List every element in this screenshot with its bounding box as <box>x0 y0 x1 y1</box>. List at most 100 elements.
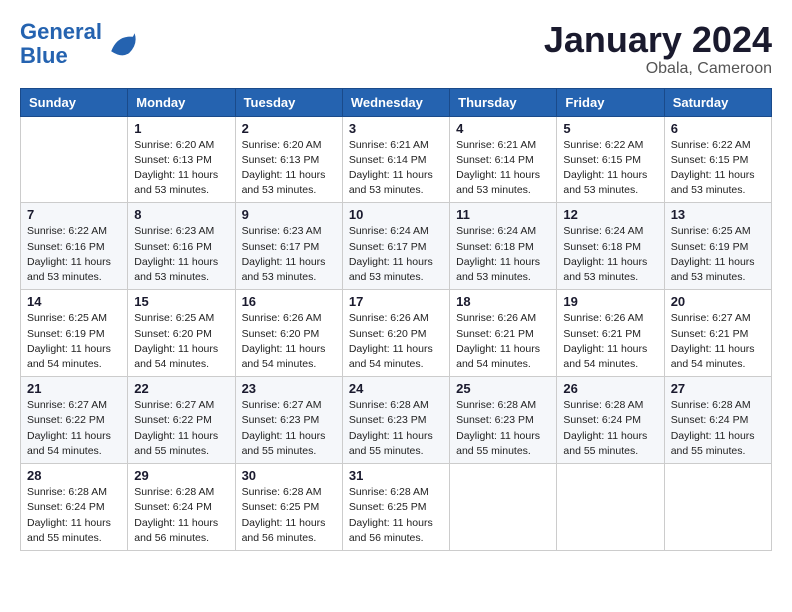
day-info: Sunrise: 6:26 AM Sunset: 6:21 PM Dayligh… <box>563 311 657 372</box>
calendar-cell: 22Sunrise: 6:27 AM Sunset: 6:22 PM Dayli… <box>128 377 235 464</box>
calendar-cell: 2 Sunrise: 6:20 AM Sunset: 6:13 PM Daylig… <box>235 116 342 203</box>
day-info: Sunrise: 6:20 AM Sunset: 6:13 PM Dayligh… <box>242 138 336 199</box>
day-info: Sunrise: 6:28 AM Sunset: 6:24 PM Dayligh… <box>671 398 765 459</box>
day-number: 30 <box>242 468 336 483</box>
calendar-cell: 23Sunrise: 6:27 AM Sunset: 6:23 PM Dayli… <box>235 377 342 464</box>
day-info: Sunrise: 6:24 AM Sunset: 6:17 PM Dayligh… <box>349 224 443 285</box>
day-number: 5 <box>563 121 657 136</box>
day-info: Sunrise: 6:24 AM Sunset: 6:18 PM Dayligh… <box>456 224 550 285</box>
calendar-cell: 13Sunrise: 6:25 AM Sunset: 6:19 PM Dayli… <box>664 203 771 290</box>
day-info: Sunrise: 6:26 AM Sunset: 6:21 PM Dayligh… <box>456 311 550 372</box>
calendar-cell: 3Sunrise: 6:21 AM Sunset: 6:14 PM Daylig… <box>342 116 449 203</box>
calendar-cell <box>450 464 557 551</box>
calendar-cell: 4 Sunrise: 6:21 AM Sunset: 6:14 PM Daylig… <box>450 116 557 203</box>
weekday-header-monday: Monday <box>128 88 235 116</box>
day-number: 25 <box>456 381 550 396</box>
logo: General Blue <box>20 20 140 68</box>
day-number: 23 <box>242 381 336 396</box>
day-info: Sunrise: 6:28 AM Sunset: 6:23 PM Dayligh… <box>456 398 550 459</box>
weekday-header-tuesday: Tuesday <box>235 88 342 116</box>
calendar-table: SundayMondayTuesdayWednesdayThursdayFrid… <box>20 88 772 551</box>
calendar-cell: 9Sunrise: 6:23 AM Sunset: 6:17 PM Daylig… <box>235 203 342 290</box>
day-number: 12 <box>563 207 657 222</box>
calendar-cell: 11 Sunrise: 6:24 AM Sunset: 6:18 PM Dayli… <box>450 203 557 290</box>
day-number: 26 <box>563 381 657 396</box>
day-number: 29 <box>134 468 228 483</box>
day-info: Sunrise: 6:27 AM Sunset: 6:22 PM Dayligh… <box>134 398 228 459</box>
day-info: Sunrise: 6:28 AM Sunset: 6:25 PM Dayligh… <box>349 485 443 546</box>
calendar-cell: 26 Sunrise: 6:28 AM Sunset: 6:24 PM Dayli… <box>557 377 664 464</box>
day-number: 24 <box>349 381 443 396</box>
calendar-cell <box>21 116 128 203</box>
calendar-cell <box>664 464 771 551</box>
day-info: Sunrise: 6:28 AM Sunset: 6:24 PM Dayligh… <box>563 398 657 459</box>
calendar-cell: 6 Sunrise: 6:22 AM Sunset: 6:15 PM Daylig… <box>664 116 771 203</box>
logo-text: General <box>20 20 102 44</box>
day-info: Sunrise: 6:28 AM Sunset: 6:24 PM Dayligh… <box>134 485 228 546</box>
day-number: 20 <box>671 294 765 309</box>
day-number: 21 <box>27 381 121 396</box>
week-row-5: 28 Sunrise: 6:28 AM Sunset: 6:24 PM Dayli… <box>21 464 772 551</box>
day-info: Sunrise: 6:28 AM Sunset: 6:23 PM Dayligh… <box>349 398 443 459</box>
day-info: Sunrise: 6:25 AM Sunset: 6:20 PM Dayligh… <box>134 311 228 372</box>
location: Obala, Cameroon <box>544 60 772 78</box>
day-info: Sunrise: 6:22 AM Sunset: 6:15 PM Dayligh… <box>563 138 657 199</box>
calendar-cell: 7Sunrise: 6:22 AM Sunset: 6:16 PM Daylig… <box>21 203 128 290</box>
calendar-cell: 21 Sunrise: 6:27 AM Sunset: 6:22 PM Dayli… <box>21 377 128 464</box>
calendar-cell: 30 Sunrise: 6:28 AM Sunset: 6:25 PM Dayli… <box>235 464 342 551</box>
day-number: 11 <box>456 207 550 222</box>
week-row-3: 14Sunrise: 6:25 AM Sunset: 6:19 PM Dayli… <box>21 290 772 377</box>
day-number: 6 <box>671 121 765 136</box>
day-number: 31 <box>349 468 443 483</box>
logo-text2: Blue <box>20 44 102 68</box>
page-header: General Blue January 2024 Obala, Cameroo… <box>20 20 772 78</box>
month-title: January 2024 <box>544 20 772 60</box>
calendar-cell: 25 Sunrise: 6:28 AM Sunset: 6:23 PM Dayli… <box>450 377 557 464</box>
day-info: Sunrise: 6:22 AM Sunset: 6:15 PM Dayligh… <box>671 138 765 199</box>
day-info: Sunrise: 6:23 AM Sunset: 6:16 PM Dayligh… <box>134 224 228 285</box>
calendar-cell: 15 Sunrise: 6:25 AM Sunset: 6:20 PM Dayli… <box>128 290 235 377</box>
day-number: 18 <box>456 294 550 309</box>
day-number: 13 <box>671 207 765 222</box>
weekday-header-saturday: Saturday <box>664 88 771 116</box>
day-number: 8 <box>134 207 228 222</box>
calendar-cell: 10 Sunrise: 6:24 AM Sunset: 6:17 PM Dayli… <box>342 203 449 290</box>
day-number: 27 <box>671 381 765 396</box>
day-info: Sunrise: 6:26 AM Sunset: 6:20 PM Dayligh… <box>242 311 336 372</box>
day-number: 28 <box>27 468 121 483</box>
day-info: Sunrise: 6:27 AM Sunset: 6:22 PM Dayligh… <box>27 398 121 459</box>
day-number: 16 <box>242 294 336 309</box>
day-number: 10 <box>349 207 443 222</box>
weekday-header-friday: Friday <box>557 88 664 116</box>
day-number: 9 <box>242 207 336 222</box>
week-row-1: 1 Sunrise: 6:20 AM Sunset: 6:13 PM Daylig… <box>21 116 772 203</box>
day-info: Sunrise: 6:21 AM Sunset: 6:14 PM Dayligh… <box>349 138 443 199</box>
day-info: Sunrise: 6:24 AM Sunset: 6:18 PM Dayligh… <box>563 224 657 285</box>
day-number: 15 <box>134 294 228 309</box>
calendar-cell: 20 Sunrise: 6:27 AM Sunset: 6:21 PM Dayli… <box>664 290 771 377</box>
calendar-cell: 12 Sunrise: 6:24 AM Sunset: 6:18 PM Dayli… <box>557 203 664 290</box>
day-number: 19 <box>563 294 657 309</box>
calendar-cell: 28Sunrise: 6:28 AM Sunset: 6:24 PM Dayli… <box>21 464 128 551</box>
title-block: January 2024 Obala, Cameroon <box>544 20 772 78</box>
calendar-cell: 27 Sunrise: 6:28 AM Sunset: 6:24 PM Dayli… <box>664 377 771 464</box>
day-number: 1 <box>134 121 228 136</box>
calendar-cell: 14Sunrise: 6:25 AM Sunset: 6:19 PM Dayli… <box>21 290 128 377</box>
calendar-cell: 8 Sunrise: 6:23 AM Sunset: 6:16 PM Daylig… <box>128 203 235 290</box>
calendar-cell: 31 Sunrise: 6:28 AM Sunset: 6:25 PM Dayli… <box>342 464 449 551</box>
day-number: 17 <box>349 294 443 309</box>
day-info: Sunrise: 6:25 AM Sunset: 6:19 PM Dayligh… <box>27 311 121 372</box>
day-number: 2 <box>242 121 336 136</box>
day-info: Sunrise: 6:27 AM Sunset: 6:21 PM Dayligh… <box>671 311 765 372</box>
calendar-cell: 17Sunrise: 6:26 AM Sunset: 6:20 PM Dayli… <box>342 290 449 377</box>
day-info: Sunrise: 6:20 AM Sunset: 6:13 PM Dayligh… <box>134 138 228 199</box>
weekday-header-thursday: Thursday <box>450 88 557 116</box>
calendar-cell: 16 Sunrise: 6:26 AM Sunset: 6:20 PM Dayli… <box>235 290 342 377</box>
day-number: 4 <box>456 121 550 136</box>
day-info: Sunrise: 6:21 AM Sunset: 6:14 PM Dayligh… <box>456 138 550 199</box>
calendar-cell: 19 Sunrise: 6:26 AM Sunset: 6:21 PM Dayli… <box>557 290 664 377</box>
day-info: Sunrise: 6:28 AM Sunset: 6:25 PM Dayligh… <box>242 485 336 546</box>
logo-bird-icon <box>104 26 140 62</box>
calendar-cell: 29 Sunrise: 6:28 AM Sunset: 6:24 PM Dayli… <box>128 464 235 551</box>
calendar-cell: 18 Sunrise: 6:26 AM Sunset: 6:21 PM Dayli… <box>450 290 557 377</box>
